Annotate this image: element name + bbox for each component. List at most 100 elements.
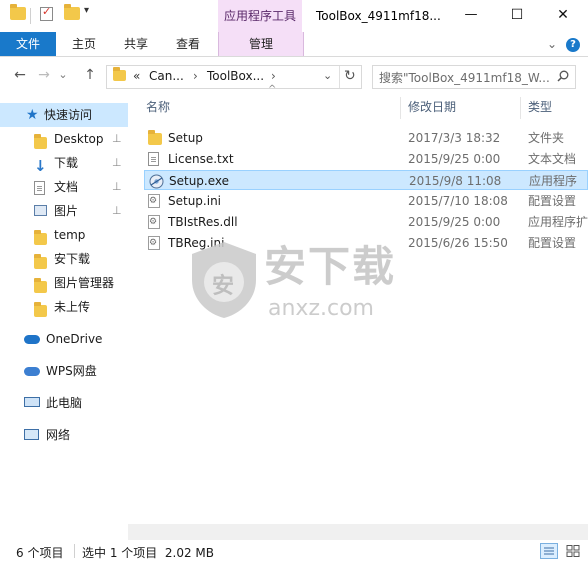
file-name: License.txt — [168, 152, 234, 166]
pin-icon[interactable]: ⊥ — [112, 151, 122, 175]
tab-file[interactable]: 文件 — [0, 32, 56, 56]
item-count: 6 个项目 — [16, 546, 64, 560]
title-bar: ✓ ▾ 应用程序工具 ToolBox_4911mf18... — ☐ ✕ — [0, 0, 588, 32]
nav-label: OneDrive — [46, 332, 103, 346]
large-icons-view-button[interactable] — [564, 543, 582, 559]
nav-label: Desktop — [54, 132, 104, 146]
watermark-title: 安下载 — [264, 242, 397, 291]
nav-network[interactable]: 网络 — [0, 423, 128, 447]
file-date: 2015/6/26 15:50 — [408, 236, 508, 250]
nav-label: 快速访问 — [44, 108, 93, 122]
documents-icon — [34, 181, 45, 195]
folder-icon — [113, 67, 126, 84]
file-date: 2015/9/25 0:00 — [408, 152, 501, 166]
refresh-button[interactable]: ↻ — [344, 68, 356, 84]
installer-icon — [149, 174, 164, 189]
nav-wps-cloud[interactable]: WPS网盘 — [0, 359, 128, 383]
column-header-date[interactable]: 修改日期 — [408, 93, 518, 121]
cloud-icon — [24, 367, 40, 376]
column-header-type[interactable]: 类型 — [528, 93, 588, 121]
separator — [30, 8, 31, 24]
breadcrumb-separator[interactable]: › — [193, 69, 198, 83]
nav-quick-access[interactable]: ★ 快速访问 — [0, 103, 128, 127]
cloud-icon — [24, 335, 40, 344]
nav-label: 图片管理器 — [54, 276, 115, 290]
text-file-icon — [148, 152, 162, 166]
expand-ribbon-icon[interactable]: ⌄ — [542, 32, 562, 56]
nav-label: 文档 — [54, 180, 79, 194]
large-icons-view-icon — [566, 545, 580, 557]
minimize-button[interactable]: — — [448, 0, 494, 32]
file-date: 2015/7/10 18:08 — [408, 194, 508, 208]
tab-view[interactable]: 查看 — [166, 32, 210, 56]
nav-item-documents[interactable]: 文档 ⊥ — [0, 175, 128, 199]
back-button[interactable]: ← — [10, 66, 30, 84]
breadcrumb-overflow[interactable]: « — [133, 69, 140, 83]
file-name: Setup.ini — [168, 194, 222, 208]
nav-label: WPS网盘 — [46, 364, 97, 378]
divider — [74, 544, 75, 558]
breadcrumb-item[interactable]: ToolBox... — [207, 69, 264, 83]
file-type: 应用程序 — [529, 174, 578, 188]
maximize-button[interactable]: ☐ — [494, 0, 540, 32]
magnifier-icon[interactable] — [557, 70, 569, 85]
selection-info: 选中 1 个项目 2.02 MB — [82, 546, 215, 560]
close-button[interactable]: ✕ — [540, 0, 586, 32]
nav-this-pc[interactable]: 此电脑 — [0, 391, 128, 415]
tab-share[interactable]: 共享 — [114, 32, 158, 56]
nav-item-downloads[interactable]: ↓ 下载 ⊥ — [0, 151, 128, 175]
breadcrumb-separator[interactable]: › — [271, 69, 276, 83]
file-row-license[interactable]: License.txt 2015/9/25 0:00 文本文档 — [144, 149, 588, 169]
ribbon-tab-bar: 文件 主页 共享 查看 管理 ⌄ ? — [0, 32, 588, 57]
address-bar[interactable]: « Can... › ToolBox... › ⌄ ↻ — [106, 65, 362, 89]
pin-icon[interactable]: ⊥ — [112, 175, 122, 199]
column-separator[interactable] — [400, 97, 401, 119]
help-button[interactable]: ? — [564, 32, 582, 56]
pin-icon[interactable]: ⊥ — [112, 199, 122, 223]
file-row-setup-ini[interactable]: Setup.ini 2015/7/10 18:08 配置设置 — [144, 191, 588, 211]
pin-icon[interactable]: ⊥ — [112, 127, 122, 151]
file-name: Setup — [168, 131, 203, 145]
nav-item-not-uploaded[interactable]: 未上传 — [0, 295, 128, 319]
tab-home[interactable]: 主页 — [62, 32, 106, 56]
watermark-shield-char: 安 — [212, 274, 235, 299]
help-icon: ? — [566, 37, 580, 52]
customize-toolbar-icon[interactable]: ▾ — [84, 5, 100, 19]
properties-icon[interactable]: ✓ — [40, 5, 53, 21]
status-bar: 6 个项目 选中 1 个项目 2.02 MB — [0, 540, 588, 564]
forward-button[interactable]: → — [34, 66, 54, 84]
nav-item-pictures[interactable]: 图片 ⊥ — [0, 199, 128, 223]
address-row: ← → ⌄ ↑ « Can... › ToolBox... › ⌄ ↻ 搜索"T… — [0, 57, 588, 93]
context-tab-group-label: 应用程序工具 — [218, 0, 302, 32]
column-header-name[interactable]: 名称 — [146, 93, 396, 121]
file-type: 配置设置 — [528, 194, 577, 208]
nav-onedrive[interactable]: OneDrive — [0, 327, 128, 351]
config-file-icon — [148, 194, 162, 208]
file-date: 2015/9/25 0:00 — [408, 215, 501, 229]
column-separator[interactable] — [520, 97, 521, 119]
nav-label: 安下载 — [54, 252, 91, 266]
file-row-setup-exe[interactable]: Setup.exe 2015/9/8 11:08 应用程序 — [144, 170, 588, 190]
nav-item-temp[interactable]: temp — [0, 223, 128, 247]
nav-item-anxiazai[interactable]: 安下载 — [0, 247, 128, 271]
folder-icon — [10, 4, 26, 21]
nav-label: temp — [54, 228, 86, 242]
nav-item-image-manager[interactable]: 图片管理器 — [0, 271, 128, 295]
nav-item-desktop[interactable]: Desktop ⊥ — [0, 127, 128, 151]
file-row-tbistres-dll[interactable]: TBIstRes.dll 2015/9/25 0:00 应用程序扩 — [144, 212, 588, 232]
details-view-button[interactable] — [540, 543, 558, 559]
horizontal-scrollbar[interactable] — [128, 524, 588, 540]
star-icon: ★ — [26, 107, 39, 123]
search-placeholder: 搜索"ToolBox_4911mf18_W... — [379, 71, 550, 85]
config-file-icon — [148, 236, 162, 250]
dll-file-icon — [148, 215, 162, 229]
search-input[interactable]: 搜索"ToolBox_4911mf18_W... — [372, 65, 576, 89]
address-dropdown-button[interactable]: ⌄ — [323, 69, 332, 82]
file-row-setup-folder[interactable]: Setup 2017/3/3 18:32 文件夹 — [144, 128, 588, 148]
new-folder-icon[interactable] — [64, 4, 80, 21]
breadcrumb-item[interactable]: Can... — [149, 69, 184, 83]
up-button[interactable]: ↑ — [80, 66, 100, 84]
recent-locations-button[interactable]: ⌄ — [56, 66, 70, 84]
watermark-url: anxz.com — [268, 296, 374, 321]
tab-manage[interactable]: 管理 — [218, 32, 304, 56]
